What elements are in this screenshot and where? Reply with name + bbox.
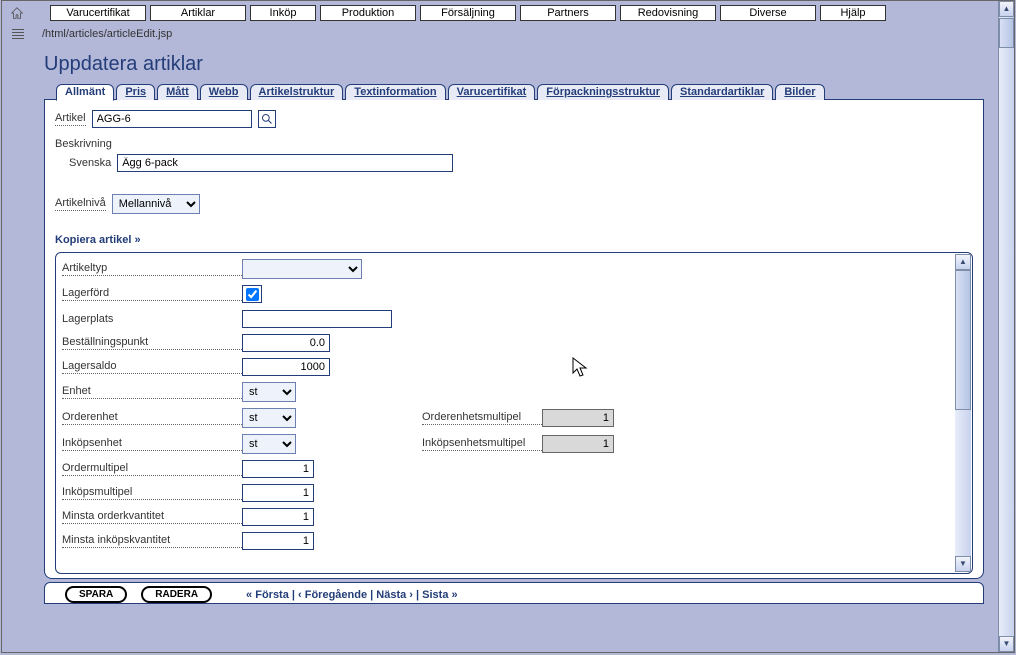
- article-input[interactable]: [92, 110, 252, 128]
- lagerplats-label: Lagerplats: [62, 313, 242, 325]
- main-panel: Artikel Beskrivning Svenska Artikelnivå …: [44, 100, 984, 579]
- sub-scroll-up-icon[interactable]: ▲: [955, 254, 971, 270]
- inkopsenhetsmultipel-label: Inköpsenhetsmultipel: [422, 437, 542, 451]
- menu-toggle-icon[interactable]: [12, 27, 28, 41]
- minsta-inkopskvantitet-input[interactable]: [242, 532, 314, 550]
- copy-article-link[interactable]: Kopiera artikel »: [55, 234, 141, 246]
- ordermultipel-label: Ordermultipel: [62, 462, 242, 476]
- menu-hjalp[interactable]: Hjälp: [820, 5, 886, 21]
- orderenhetsmultipel-field: [542, 409, 614, 427]
- top-menu: Varucertifikat Artiklar Inköp Produktion…: [50, 5, 886, 21]
- tab-bilder[interactable]: Bilder: [775, 84, 824, 100]
- scroll-down-icon[interactable]: ▼: [999, 636, 1014, 652]
- orderenhet-select[interactable]: st: [242, 408, 296, 428]
- breadcrumb-path: /html/articles/articleEdit.jsp: [42, 28, 172, 40]
- tab-forpackningsstruktur[interactable]: Förpackningsstruktur: [537, 84, 669, 100]
- inkopsmultipel-input[interactable]: [242, 484, 314, 502]
- menu-forsaljning[interactable]: Försäljning: [420, 5, 516, 21]
- minsta-orderkvantitet-input[interactable]: [242, 508, 314, 526]
- ordermultipel-input[interactable]: [242, 460, 314, 478]
- artikeltyp-select[interactable]: [242, 259, 362, 279]
- lagerford-label: Lagerförd: [62, 287, 242, 301]
- artikeltyp-label: Artikeltyp: [62, 262, 242, 276]
- save-button[interactable]: SPARA: [65, 586, 127, 603]
- tab-matt[interactable]: Mått: [157, 84, 198, 100]
- lagerford-checkbox-wrap[interactable]: [242, 285, 262, 303]
- tabs-row: Allmänt Pris Mått Webb Artikelstruktur T…: [2, 84, 1014, 100]
- tab-varucertifikat[interactable]: Varucertifikat: [448, 84, 536, 100]
- description-heading: Beskrivning: [55, 138, 973, 150]
- enhet-select[interactable]: st: [242, 382, 296, 402]
- menu-produktion[interactable]: Produktion: [320, 5, 416, 21]
- subpanel-scrollbar[interactable]: ▲ ▼: [955, 254, 971, 572]
- minsta-orderkvantitet-label: Minsta orderkvantitet: [62, 510, 242, 524]
- description-lang-label: Svenska: [69, 157, 111, 169]
- level-label: Artikelnivå: [55, 197, 106, 211]
- menu-diverse[interactable]: Diverse: [720, 5, 816, 21]
- inkopsenhet-select[interactable]: st: [242, 434, 296, 454]
- description-input[interactable]: [117, 154, 453, 172]
- footer-bar: SPARA RADERA « Första | ‹ Föregående | N…: [44, 582, 984, 604]
- sub-scroll-down-icon[interactable]: ▼: [955, 556, 971, 572]
- record-nav-links[interactable]: « Första | ‹ Föregående | Nästa › | Sist…: [246, 589, 458, 601]
- lagersaldo-input[interactable]: [242, 358, 330, 376]
- delete-button[interactable]: RADERA: [141, 586, 212, 603]
- inkopsmultipel-label: Inköpsmultipel: [62, 486, 242, 500]
- tab-allmant[interactable]: Allmänt: [56, 84, 114, 101]
- sub-scroll-thumb[interactable]: [955, 270, 971, 410]
- bestallningspunkt-label: Beställningspunkt: [62, 336, 242, 350]
- home-icon[interactable]: [10, 6, 24, 20]
- scroll-thumb[interactable]: [999, 18, 1014, 48]
- menu-artiklar[interactable]: Artiklar: [150, 5, 246, 21]
- page-title: Uppdatera artiklar: [2, 47, 1014, 84]
- detail-sub-panel: ▲ ▼ Artikeltyp Lagerförd Lagerplats Best…: [55, 252, 973, 574]
- lagerplats-input[interactable]: [242, 310, 392, 328]
- enhet-label: Enhet: [62, 385, 242, 399]
- menu-redovisning[interactable]: Redovisning: [620, 5, 716, 21]
- article-label: Artikel: [55, 112, 86, 126]
- article-search-button[interactable]: [258, 110, 276, 128]
- scroll-up-icon[interactable]: ▲: [999, 1, 1014, 17]
- tab-webb[interactable]: Webb: [200, 84, 248, 100]
- tab-artikelstruktur[interactable]: Artikelstruktur: [250, 84, 344, 100]
- inkopsenhetsmultipel-field: [542, 435, 614, 453]
- menu-varucertifikat[interactable]: Varucertifikat: [50, 5, 146, 21]
- lagersaldo-label: Lagersaldo: [62, 360, 242, 374]
- minsta-inkopskvantitet-label: Minsta inköpskvantitet: [62, 534, 242, 548]
- orderenhet-label: Orderenhet: [62, 411, 242, 425]
- level-select[interactable]: Mellannivå: [112, 194, 200, 214]
- tab-pris[interactable]: Pris: [116, 84, 155, 100]
- menu-partners[interactable]: Partners: [520, 5, 616, 21]
- search-icon: [261, 113, 273, 125]
- tab-textinformation[interactable]: Textinformation: [345, 84, 445, 100]
- lagerford-checkbox[interactable]: [246, 288, 259, 301]
- menu-inkop[interactable]: Inköp: [250, 5, 316, 21]
- inkopsenhet-label: Inköpsenhet: [62, 437, 242, 451]
- orderenhetsmultipel-label: Orderenhetsmultipel: [422, 411, 542, 425]
- bestallningspunkt-input[interactable]: [242, 334, 330, 352]
- tab-standardartiklar[interactable]: Standardartiklar: [671, 84, 773, 100]
